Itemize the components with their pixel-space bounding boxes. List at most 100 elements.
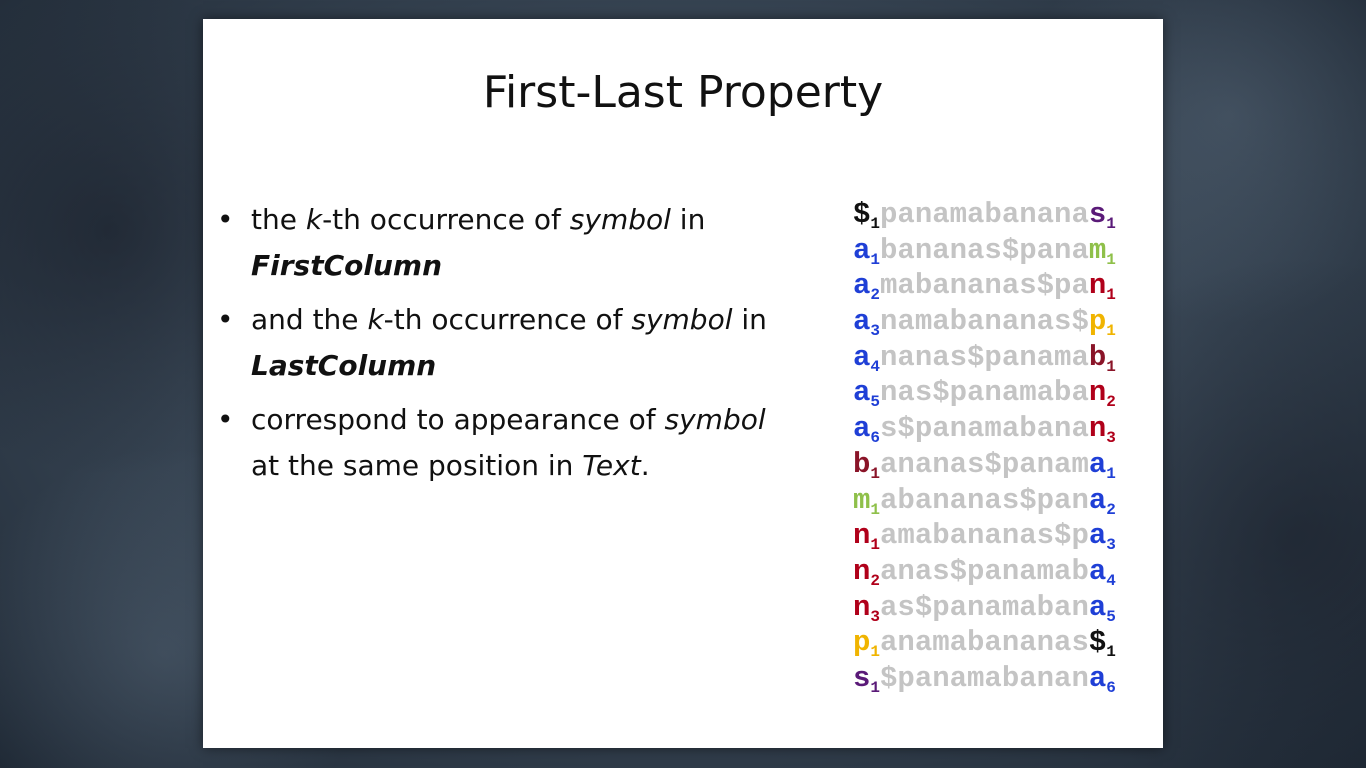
- last-symbol-index: 1: [1106, 215, 1116, 233]
- text: -th occurrence of: [383, 303, 632, 336]
- first-column-symbol: b: [853, 447, 871, 481]
- rotation-middle: abananas$pan: [880, 483, 1089, 517]
- bullet-icon: •: [217, 203, 234, 236]
- text: correspond to appearance of: [251, 403, 665, 436]
- first-column-symbol: n: [853, 590, 871, 624]
- bullet-item: • and the k-th occurrence of symbol in L…: [215, 297, 835, 389]
- first-column-symbol: s: [853, 661, 871, 695]
- last-symbol-index: 1: [1106, 464, 1116, 483]
- rotation-middle: bananas$pana: [880, 233, 1089, 267]
- first-column-symbol: m: [853, 483, 871, 517]
- last-symbol-index: 5: [1106, 607, 1116, 626]
- matrix-row: p1anamabananas$1: [853, 625, 1116, 661]
- last-symbol-index: 1: [1106, 643, 1116, 662]
- last-column-symbol: a: [1088, 590, 1107, 624]
- rotation-middle: $panamabanan: [880, 661, 1089, 695]
- last-column-symbol: p: [1088, 305, 1107, 339]
- first-symbol-index: 1: [870, 250, 881, 269]
- first-symbol-index: 1: [870, 643, 881, 662]
- text: in: [732, 303, 767, 336]
- rotation-middle: mabananas$pa: [880, 269, 1089, 303]
- last-column-symbol: m: [1088, 233, 1107, 267]
- last-symbol-index: 4: [1106, 571, 1116, 590]
- first-symbol-index: 6: [870, 429, 881, 448]
- last-column-symbol: a: [1088, 447, 1107, 481]
- bullet-icon: •: [217, 303, 234, 336]
- matrix-row: m1abananas$pana2: [853, 483, 1116, 519]
- first-column-symbol: p: [853, 626, 871, 660]
- matrix-row: a5nas$panamaban2: [853, 375, 1116, 411]
- text: k: [367, 303, 384, 336]
- last-symbol-index: 3: [1106, 429, 1116, 448]
- last-symbol-index: 1: [1106, 357, 1116, 376]
- first-symbol-index: 3: [870, 607, 881, 626]
- last-column-symbol: n: [1088, 376, 1107, 410]
- first-symbol-index: 3: [870, 322, 881, 341]
- last-symbol-index: 1: [1106, 322, 1116, 341]
- last-column-symbol: s: [1088, 198, 1107, 231]
- matrix-row: n3as$panamabana5: [853, 590, 1116, 626]
- text: symbol: [631, 303, 733, 336]
- matrix-row: a4nanas$panamab1: [853, 340, 1116, 376]
- text: and the: [251, 303, 368, 336]
- rotation-middle: namabananas$: [880, 305, 1089, 339]
- first-column-symbol: n: [853, 554, 871, 588]
- first-column-symbol: n: [853, 519, 871, 553]
- rotation-middle: amabananas$p: [880, 519, 1089, 553]
- text: k: [305, 203, 323, 236]
- matrix-row: n1amabananas$pa3: [853, 518, 1116, 554]
- rotation-middle: anamabananas: [880, 626, 1089, 660]
- matrix-row: s1$panamabanana6: [853, 661, 1116, 697]
- text: in: [670, 203, 706, 236]
- first-symbol-index: 1: [870, 500, 881, 519]
- first-column-symbol: a: [853, 305, 871, 339]
- slide: First-Last Property • the k-th occurrenc…: [203, 19, 1163, 748]
- slide-title: First-Last Property: [482, 67, 884, 118]
- rotation-middle: ananas$panam: [880, 447, 1089, 481]
- text: symbol: [569, 203, 671, 236]
- text: -th occurrence of: [322, 203, 570, 236]
- last-column-symbol: a: [1088, 554, 1107, 588]
- first-column-symbol: a: [853, 340, 871, 374]
- text: the: [251, 203, 306, 236]
- last-symbol-index: 2: [1106, 393, 1116, 412]
- rotation-middle: nas$panamaba: [880, 376, 1089, 410]
- first-symbol-index: 1: [870, 215, 881, 233]
- last-symbol-index: 1: [1106, 250, 1116, 269]
- bullet-item: • the k-th occurrence of symbol in First…: [215, 197, 835, 289]
- first-column-symbol: a: [853, 412, 871, 446]
- bullet-list: • the k-th occurrence of symbol in First…: [215, 197, 835, 497]
- matrix-row: n2anas$panamaba4: [853, 554, 1116, 590]
- first-symbol-index: 2: [870, 571, 881, 590]
- last-column-symbol: a: [1088, 661, 1107, 695]
- text: symbol: [664, 403, 766, 436]
- bullet-item: • correspond to appearance of symbol at …: [215, 397, 835, 489]
- last-column-symbol: n: [1088, 269, 1107, 303]
- last-column-symbol: n: [1088, 412, 1107, 446]
- last-column-symbol: a: [1088, 483, 1107, 517]
- first-symbol-index: 2: [870, 286, 881, 305]
- last-column-term: LastColumn: [251, 349, 437, 382]
- bwt-matrix: $1panamabananas1 a1bananas$panam1 a2mabana…: [853, 197, 1116, 697]
- text: .: [640, 449, 650, 482]
- last-symbol-index: 1: [1106, 286, 1116, 305]
- rotation-middle: nanas$panama: [880, 340, 1089, 374]
- first-column-symbol: a: [853, 233, 871, 267]
- first-column-term: FirstColumn: [251, 249, 443, 282]
- bullet-icon: •: [217, 403, 234, 436]
- first-symbol-index: 1: [870, 536, 881, 555]
- first-column-symbol: a: [853, 376, 871, 410]
- first-column-symbol: $: [853, 198, 871, 231]
- text: at the same position in: [251, 449, 583, 482]
- matrix-row: a2mabananas$pan1: [853, 268, 1116, 304]
- last-column-symbol: b: [1088, 340, 1107, 374]
- first-symbol-index: 4: [870, 357, 881, 376]
- matrix-row: a1bananas$panam1: [853, 233, 1116, 269]
- last-symbol-index: 6: [1106, 678, 1116, 697]
- text: Text: [582, 449, 641, 482]
- matrix-row: a3namabananas$p1: [853, 304, 1116, 340]
- matrix-row: $1panamabananas1: [853, 197, 1116, 233]
- last-column-symbol: a: [1088, 519, 1107, 553]
- rotation-middle: panamabanana: [880, 198, 1089, 231]
- matrix-row: b1ananas$panama1: [853, 447, 1116, 483]
